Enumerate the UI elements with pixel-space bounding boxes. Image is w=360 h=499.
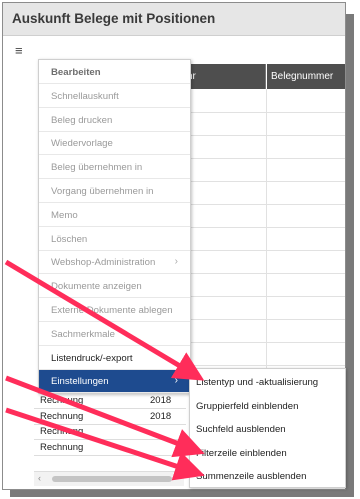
menu-item-9[interactable]: Dokumente anzeigen	[39, 275, 190, 299]
cell-belegart: Rechnung	[40, 441, 84, 453]
menu-item-4[interactable]: Beleg übernehmen in	[39, 156, 190, 180]
grid-row-line	[183, 181, 345, 182]
table-row[interactable]: Rechnung	[34, 425, 186, 440]
menu-item-7[interactable]: Löschen	[39, 228, 190, 251]
grid-row-line	[183, 296, 345, 297]
menu-item-13[interactable]: Einstellungen ›	[39, 370, 190, 394]
menu-item-10[interactable]: Externe Dokumente ablegen	[39, 299, 190, 322]
cell-jahr: 2018	[150, 410, 172, 422]
menu-item-6[interactable]: Memo	[39, 204, 190, 227]
grid-row-line	[183, 204, 345, 205]
column-header-label: Belegnummer	[271, 71, 334, 82]
cell-belegart: Rechnung	[40, 395, 84, 406]
menu-item-label: Bearbeiten	[51, 67, 101, 78]
menu-item-label: Listendruck/-export	[51, 352, 133, 364]
menu-item-0: Bearbeiten	[39, 61, 190, 84]
title-bar: Auskunft Belege mit Positionen	[3, 3, 345, 36]
menu-item-label: Wiedervorlage	[51, 138, 113, 150]
menu-item-3[interactable]: Wiedervorlage	[39, 132, 190, 156]
grid-row-line	[183, 135, 345, 136]
menu-item-label: Beleg übernehmen in	[51, 162, 143, 174]
column-header-belegnummer[interactable]: Belegnummer	[267, 64, 345, 89]
chevron-right-icon: ›	[174, 375, 178, 387]
menu-item-label: Sachmerkmale	[51, 328, 115, 340]
menu-item-5[interactable]: Vorgang übernehmen in	[39, 180, 190, 203]
cell-jahr: 2018	[150, 395, 172, 406]
scrollbar-thumb[interactable]	[52, 476, 172, 482]
table-row[interactable]: Rechnung	[34, 441, 186, 456]
menu-item-label: Memo	[51, 209, 78, 221]
settings-submenu: Listentyp und -aktualisierung Gruppierfel…	[189, 368, 346, 488]
hamburger-menu-icon[interactable]: ≡	[15, 44, 23, 57]
menu-item-2[interactable]: Beleg drucken	[39, 109, 190, 132]
menu-item-label: Dokumente anzeigen	[51, 281, 142, 293]
window-title: Auskunft Belege mit Positionen	[12, 11, 216, 26]
chevron-right-icon: ›	[174, 256, 178, 268]
menu-item-label: Schnellauskunft	[51, 90, 119, 102]
grid-row-line	[183, 319, 345, 320]
submenu-item-2[interactable]: Suchfeld ausblenden	[190, 417, 345, 441]
table-row[interactable]: Rechnung 2018	[34, 410, 186, 425]
submenu-item-1[interactable]: Gruppierfeld einblenden	[190, 394, 345, 418]
scroll-left-icon[interactable]: ‹	[38, 473, 41, 483]
horizontal-scrollbar[interactable]: ‹	[34, 471, 184, 486]
grid-row-line	[183, 112, 345, 113]
submenu-item-4[interactable]: Summenzeile ausblenden	[190, 464, 345, 488]
menu-item-label: Einstellungen	[51, 376, 109, 388]
grid-row-line	[183, 250, 345, 251]
menu-item-11[interactable]: Sachmerkmale	[39, 323, 190, 346]
column-divider	[266, 89, 267, 371]
menu-item-8[interactable]: Webshop-Administration ›	[39, 251, 190, 275]
menu-item-1[interactable]: Schnellauskunft	[39, 85, 190, 108]
submenu-item-label: Summenzeile ausblenden	[196, 471, 307, 482]
grid-row-line	[183, 227, 345, 228]
grid-row-line	[183, 342, 345, 343]
grid-row-line	[183, 365, 345, 366]
submenu-item-label: Gruppierfeld einblenden	[196, 400, 299, 412]
context-menu: Bearbeiten Schnellauskunft Beleg drucken Wi…	[38, 59, 191, 394]
menu-item-label: Externe Dokumente ablegen	[51, 305, 173, 316]
submenu-item-label: Listentyp und -aktualisierung	[196, 377, 319, 388]
grid-row-line	[183, 158, 345, 159]
menu-item-12[interactable]: Listendruck/-export	[39, 347, 190, 370]
grid-row-line	[183, 273, 345, 274]
submenu-item-3[interactable]: Filterzeile einblenden	[190, 441, 345, 465]
cell-belegart: Rechnung	[40, 410, 84, 422]
menu-item-label: Webshop-Administration	[51, 257, 156, 269]
table-row[interactable]: Rechnung 2018	[34, 394, 186, 409]
column-header-jahr[interactable]: hr	[183, 64, 266, 89]
submenu-item-label: Suchfeld ausblenden	[196, 424, 286, 435]
submenu-item-0[interactable]: Listentyp und -aktualisierung	[190, 370, 345, 394]
menu-item-label: Beleg drucken	[51, 114, 113, 126]
menu-item-label: Vorgang übernehmen in	[51, 186, 154, 197]
menu-item-label: Löschen	[51, 233, 88, 245]
submenu-item-label: Filterzeile einblenden	[196, 447, 287, 459]
cell-belegart: Rechnung	[40, 426, 84, 437]
